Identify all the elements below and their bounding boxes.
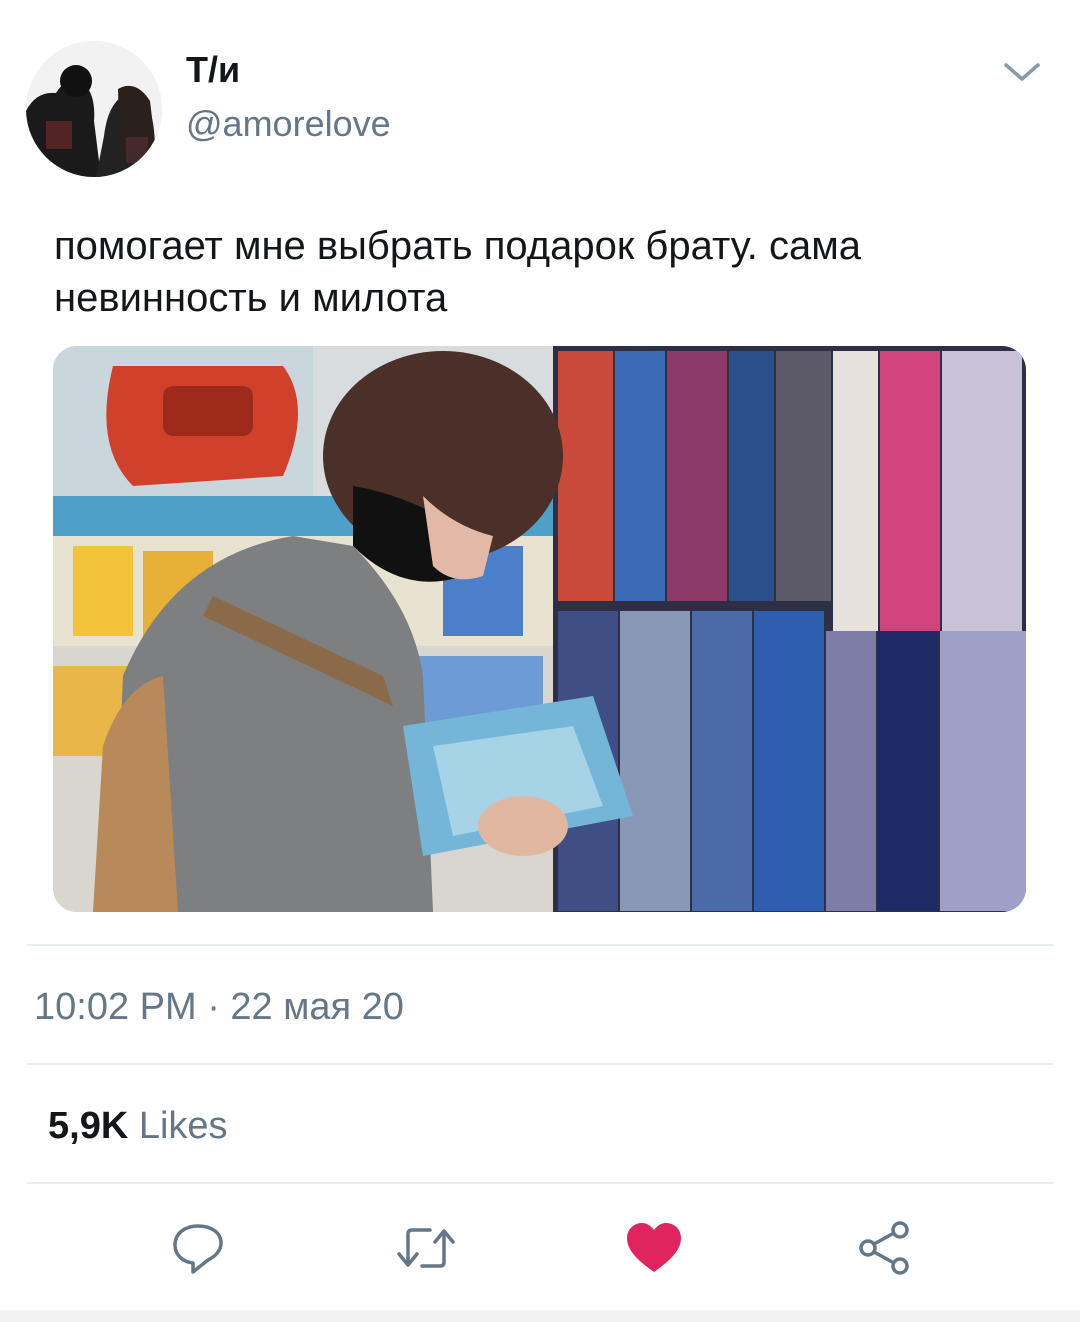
tweet-header: Т/и @amorelove (0, 0, 1080, 190)
divider (27, 1063, 1053, 1065)
author-avatar[interactable] (26, 41, 162, 177)
divider (27, 944, 1053, 946)
tweet-text: помогает мне выбрать подарок брату. сама… (54, 224, 861, 320)
chevron-down-icon (1004, 63, 1040, 81)
share-icon (859, 1221, 909, 1275)
author-display-name[interactable]: Т/и (186, 50, 240, 90)
photo-icon (53, 346, 1026, 912)
divider (27, 1182, 1053, 1184)
retweet-button[interactable] (394, 1216, 458, 1280)
like-button[interactable] (622, 1216, 686, 1280)
avatar-photo-icon (26, 41, 162, 177)
bottom-edge (0, 1310, 1080, 1322)
tweet-menu-button[interactable] (1000, 52, 1044, 92)
tweet-media[interactable] (53, 346, 1026, 912)
tweet-timestamp: 10:02 PM · 22 мая 20 (34, 986, 404, 1028)
retweet-icon (397, 1228, 455, 1268)
reply-icon (173, 1224, 223, 1274)
heart-icon (627, 1223, 681, 1272)
likes-label: Likes (138, 1105, 228, 1147)
likes-count: 5,9K (48, 1105, 129, 1147)
author-handle[interactable]: @amorelove (186, 104, 391, 144)
likes-stat[interactable]: 5,9K Likes (48, 1104, 228, 1148)
share-button[interactable] (852, 1216, 916, 1280)
reply-button[interactable] (166, 1216, 230, 1280)
